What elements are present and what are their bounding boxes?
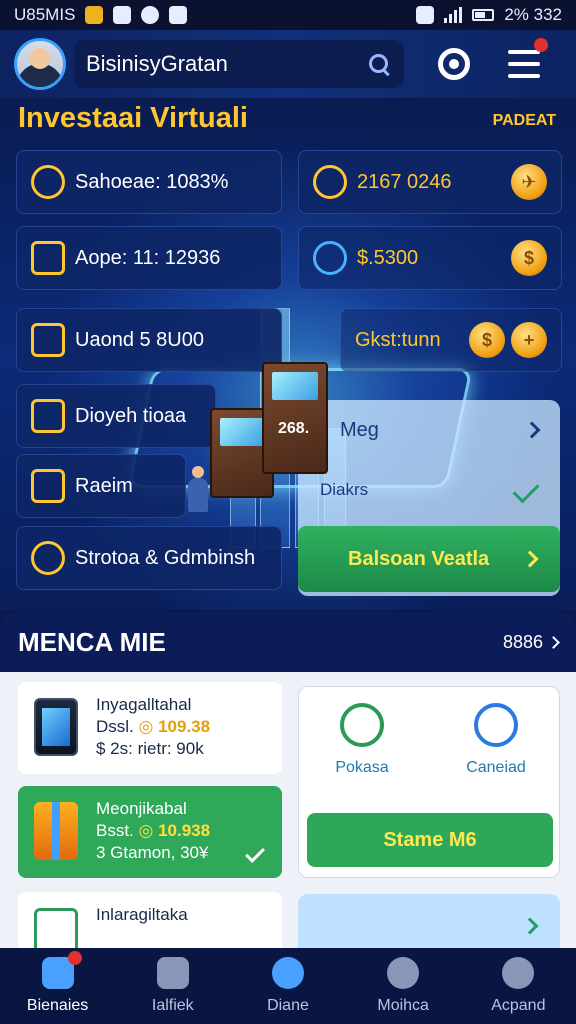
bulb-icon (313, 165, 347, 199)
list-item[interactable]: Inlaragiltaka (18, 892, 282, 948)
status-text-right: 2% 332 (504, 5, 562, 24)
chat-icon[interactable] (438, 48, 470, 80)
crate-right: 268. (262, 362, 328, 474)
page-title: Investaai Virtuali (18, 102, 248, 134)
nav-diane[interactable]: Diane (240, 957, 336, 1015)
stat-card-1[interactable]: Sahoeae: 1083% (16, 150, 282, 214)
chevron-right-icon (523, 421, 541, 439)
stat-card-right-1[interactable]: 2167 0246 ✈ (298, 150, 562, 214)
panel-row-1[interactable]: Meg (298, 400, 560, 460)
nav-acpand[interactable]: Acpand (470, 957, 566, 1015)
dollar-icon (340, 703, 384, 747)
start-button[interactable]: Stame M6 (307, 813, 553, 867)
app-header: BisinisyGratan (0, 30, 576, 98)
list-item[interactable]: Meonjikabal Bsst. ◎ 10.938 3 Gtamon, 30¥ (18, 786, 282, 878)
growth-icon (31, 241, 65, 275)
chart-icon (34, 908, 78, 948)
shield-icon (387, 957, 420, 989)
globe-icon (313, 241, 347, 275)
coin-icon: $ (469, 322, 505, 358)
chevron-right-icon (521, 917, 539, 935)
stat-card-2[interactable]: Aope: 11: 12936 (16, 226, 282, 290)
stat-card-right-3[interactable]: Gkst:tunn $ + (340, 308, 562, 372)
hero-tag[interactable]: PADEAT (493, 112, 556, 130)
stat-card-right-2[interactable]: $.5300 $ (298, 226, 562, 290)
section-title: MENCA MIE (18, 626, 166, 657)
notification-badge (534, 38, 548, 52)
gift-icon (34, 802, 78, 860)
notification-badge (67, 951, 82, 965)
chevron-right-icon (521, 550, 539, 568)
vibrate-icon (416, 6, 435, 24)
chevron-right-icon (547, 635, 560, 649)
panel-row-2[interactable]: Diakrs (298, 460, 560, 520)
stat-card-6[interactable]: Strotoa & Gdmbinsh (16, 526, 282, 590)
avatar[interactable] (14, 38, 66, 90)
stat-card-4[interactable]: Dioyeh tioaa (16, 384, 216, 448)
nav-tasks[interactable]: Ialfiek (125, 957, 221, 1015)
nav-home[interactable]: Bienaies (10, 951, 106, 1015)
bar-chart-icon (31, 323, 65, 357)
signal-icon (444, 7, 463, 23)
status-text-left: U85MIS (14, 5, 76, 24)
plus-coin-icon: + (511, 322, 547, 358)
image-icon (169, 6, 188, 24)
house-icon (271, 957, 304, 989)
blue-card[interactable] (298, 894, 560, 948)
search-icon[interactable] (368, 53, 390, 75)
clock-icon (141, 6, 160, 24)
menu-icon[interactable] (508, 38, 548, 78)
rocket-icon: ✈ (511, 164, 547, 200)
section-header: MENCA MIE 8886 (0, 612, 576, 672)
crate-label: 268. (278, 420, 310, 437)
folder-icon (31, 469, 65, 503)
cta-button[interactable]: Balsoan Veatla (298, 526, 560, 592)
bottom-nav: Bienaies Ialfiek Diane Moihca Acpand (0, 948, 576, 1024)
stat-card-3[interactable]: Uaond 5 8U00 (16, 308, 282, 372)
notification-icon (85, 6, 104, 24)
hero-banner: Investaai Virtuali PADEAT Sahoeae: 1083%… (0, 98, 576, 610)
search-input[interactable]: BisinisyGratan (74, 40, 404, 88)
clipboard-icon (156, 957, 189, 989)
nav-moihca[interactable]: Moihca (355, 957, 451, 1015)
settings-icon (502, 957, 535, 989)
list-icon (31, 399, 65, 433)
edit-icon (474, 703, 518, 747)
stat-card-5[interactable]: Raeim (16, 454, 186, 518)
action-panel: Pokasa Caneiad Stame M6 (298, 686, 560, 878)
app-icon (113, 6, 132, 24)
status-bar: U85MIS 2% 332 (0, 0, 576, 30)
action-pokasa[interactable]: Pokasa (307, 703, 417, 777)
chart-icon (31, 165, 65, 199)
action-caneiad[interactable]: Caneiad (441, 703, 551, 777)
person-figure (186, 466, 210, 512)
list-item[interactable]: Inyagalltahal Dssl. ◎ 109.38 $ 2s: rietr… (18, 682, 282, 774)
battery-icon (472, 9, 495, 21)
see-all-link[interactable]: 8886 (503, 632, 560, 653)
coin-icon: $ (511, 240, 547, 276)
check-icon (512, 476, 540, 504)
phone-chart-icon (34, 698, 78, 756)
compass-icon (31, 541, 65, 575)
search-text: BisinisyGratan (86, 51, 228, 76)
list-area: Inyagalltahal Dssl. ◎ 109.38 $ 2s: rietr… (0, 672, 576, 948)
